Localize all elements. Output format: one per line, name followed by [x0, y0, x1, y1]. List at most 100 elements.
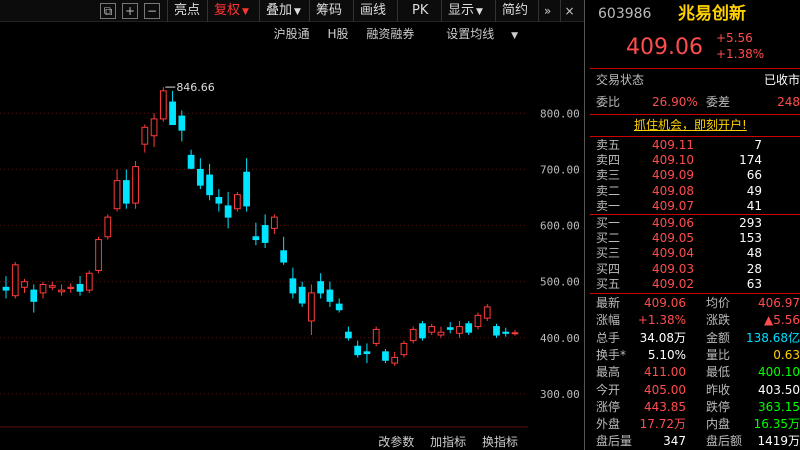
commission-ratio-row: 委比 26.90% 委差 248 [596, 95, 800, 109]
candle-down [446, 327, 454, 330]
stats-row: 总手 34.08万 金额 138.68亿 [590, 330, 800, 347]
stats-row: 换手* 5.10% 量比 0.63 [590, 347, 800, 364]
h-share-link[interactable]: H股 [327, 27, 348, 41]
bid-row[interactable]: 买五 409.02 63 [590, 277, 800, 292]
stat-value: 138.68亿 [746, 330, 800, 345]
bid-row[interactable]: 买四 409.03 28 [590, 262, 800, 277]
close-icon[interactable]: × [560, 0, 578, 22]
stat-value: 5.10% [647, 347, 686, 362]
stats-row: 最新 409.06 均价 406.97 [590, 295, 800, 312]
ma-settings-link[interactable]: 设置均线 ▼ [432, 27, 518, 41]
level-price: 409.11 [652, 138, 694, 152]
change-indicator-button[interactable]: 换指标 [482, 435, 518, 449]
level-price: 409.08 [652, 183, 694, 198]
forward-icon[interactable]: » [538, 0, 556, 22]
plus-icon[interactable]: + [122, 3, 138, 19]
candle-down [224, 205, 232, 218]
chips-button[interactable]: 筹码 [309, 0, 353, 22]
candle-up [159, 90, 167, 120]
ask-row[interactable]: 卖三 409.09 66 [590, 168, 800, 183]
hk-connect-link[interactable]: 沪股通 [274, 27, 310, 41]
trade-status-row: 交易状态 已收市 [596, 73, 800, 87]
add-indicator-button[interactable]: 加指标 [430, 435, 466, 449]
draw-line-button[interactable]: 画线 [353, 0, 397, 22]
stat-label: 涨跌 [706, 313, 731, 328]
divider [590, 293, 800, 294]
stat-value: 406.97 [758, 296, 800, 310]
candle-down [354, 345, 362, 356]
level-volume: 28 [746, 261, 762, 276]
level-label: 卖二 [596, 183, 621, 198]
stat-label: 外盘 [596, 417, 621, 432]
price-axis-label: 400.00 [540, 332, 580, 345]
price-axis-label: 500.00 [540, 276, 580, 289]
candle-down [326, 289, 334, 302]
candle-down [2, 286, 10, 291]
candle-up [21, 281, 28, 288]
margin-trading-link[interactable]: 融资融券 [366, 27, 414, 41]
candle-down [206, 174, 213, 196]
candle-down [178, 115, 186, 131]
candle-down [363, 351, 371, 355]
display-button[interactable]: 显示 ▼ [441, 0, 495, 22]
stat-value: 409.06 [644, 296, 686, 310]
candle-down [345, 331, 352, 339]
minus-icon[interactable]: − [144, 3, 160, 19]
pk-button[interactable]: PK [397, 0, 441, 22]
ask-row[interactable]: 卖五 409.11 7 [590, 138, 800, 153]
candle-up [372, 328, 380, 344]
stat-value: 403.50 [758, 382, 800, 397]
candle-up [48, 285, 56, 288]
max-price-label: 846.66 [176, 81, 215, 94]
level-price: 409.09 [652, 168, 694, 183]
kline-chart[interactable]: 800.00 700.00 600.00 500.00 400.00 300.00 846.… [0, 22, 584, 450]
ask-row[interactable]: 卖一 409.07 41 [590, 199, 800, 214]
divider [590, 136, 800, 137]
level-label: 卖三 [596, 168, 621, 183]
candle-up [85, 272, 93, 291]
stat-label: 金额 [706, 330, 731, 345]
candle-down [465, 323, 473, 333]
candle-up [104, 216, 112, 238]
edit-params-button[interactable]: 改参数 [378, 435, 414, 449]
price-change-pct: +1.38% [716, 47, 765, 61]
bid-row[interactable]: 买二 409.05 153 [590, 231, 800, 246]
promo-link[interactable]: 抓住机会，即刻开户! [590, 116, 800, 134]
candle-up [511, 332, 519, 335]
candle-up [483, 306, 491, 319]
candle-down [298, 286, 306, 304]
candle-down [243, 171, 250, 207]
overlay-button[interactable]: 叠加 ▼ [259, 0, 309, 22]
candle-up [95, 239, 102, 271]
level-label: 买三 [596, 246, 621, 261]
adjust-rights-button[interactable]: 复权 ▼ [207, 0, 259, 22]
stat-value: 347 [663, 434, 686, 449]
level-label: 买二 [596, 231, 621, 246]
stock-name: 兆易创新 [678, 4, 746, 24]
stat-value: 0.63 [773, 347, 800, 362]
candle-down [261, 225, 269, 243]
candle-down [196, 168, 204, 186]
stat-label: 最新 [596, 296, 621, 310]
stock-header: 603986 兆易创新 [590, 2, 800, 26]
level-label: 卖一 [596, 198, 621, 213]
bid-row[interactable]: 买三 409.04 48 [590, 246, 800, 261]
ask-row[interactable]: 卖二 409.08 49 [590, 184, 800, 199]
quote-panel: 603986 兆易创新 409.06 +5.56 +1.38% 交易状态 已收市… [590, 0, 800, 450]
stats-row: 涨停 443.85 跌停 363.15 [590, 399, 800, 416]
highlight-button[interactable]: 亮点 [167, 0, 207, 22]
stock-code: 603986 [598, 6, 652, 22]
simple-mode-button[interactable]: 简约 [495, 0, 535, 22]
candle-up [132, 166, 139, 204]
window-restore-icon[interactable]: ⧉ [100, 3, 116, 19]
level-volume: 66 [746, 168, 762, 183]
stat-value: 1419万 [757, 434, 800, 449]
price-axis-label: 700.00 [540, 163, 580, 176]
kline-chart-canvas[interactable]: 800.00 700.00 600.00 500.00 400.00 300.00 846.… [0, 22, 584, 450]
candle-up [456, 326, 463, 334]
bid-row[interactable]: 买一 409.06 293 [590, 216, 800, 231]
stat-label: 总手 [596, 330, 621, 345]
ask-row[interactable]: 卖四 409.10 174 [590, 153, 800, 168]
indicator-bar: 改参数 加指标 换指标 [366, 433, 518, 450]
level-volume: 48 [746, 246, 762, 261]
